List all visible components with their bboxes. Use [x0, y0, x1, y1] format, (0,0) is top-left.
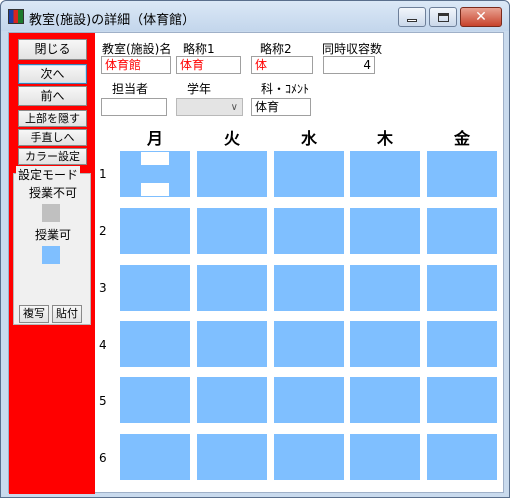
not-available-swatch[interactable] — [42, 204, 60, 222]
side-panel: 閉じる 次へ 前へ 上部を隠す 手直しへ カラー設定 設定モード 授業不可 授業… — [9, 33, 95, 494]
detail-window: 教室(施設)の詳細（体育館） ✕ 閉じる 次へ 前へ 上部を隠す 手直しへ カラ… — [0, 0, 510, 498]
timetable-cell[interactable] — [274, 265, 344, 311]
timetable-cell[interactable] — [350, 377, 420, 423]
close-window-button[interactable]: ✕ — [460, 7, 502, 27]
prev-button[interactable]: 前へ — [18, 86, 87, 106]
timetable-cell[interactable] — [120, 377, 190, 423]
minimize-button[interactable] — [398, 7, 426, 27]
timetable-cell[interactable] — [197, 265, 267, 311]
timetable-cell[interactable] — [120, 151, 190, 197]
timetable-cell[interactable] — [350, 265, 420, 311]
chevron-down-icon: ∨ — [230, 102, 238, 113]
close-icon: ✕ — [475, 9, 487, 25]
timetable-cell[interactable] — [350, 208, 420, 254]
timetable-cell[interactable] — [197, 434, 267, 480]
available-swatch[interactable] — [42, 246, 60, 264]
paste-button[interactable]: 貼付 — [52, 305, 82, 323]
manual-edit-button[interactable]: 手直しへ — [18, 129, 87, 146]
client-area: 閉じる 次へ 前へ 上部を隠す 手直しへ カラー設定 設定モード 授業不可 授業… — [8, 32, 504, 494]
timetable-cell[interactable] — [197, 377, 267, 423]
abbr2-label: 略称2 — [260, 42, 292, 56]
cell-marker-top — [141, 152, 169, 165]
timetable-cell[interactable] — [274, 151, 344, 197]
day-header-tue: 火 — [223, 129, 240, 148]
timetable-cell[interactable] — [120, 321, 190, 367]
setting-mode-group: 設定モード 授業不可 授業可 — [13, 166, 91, 325]
available-label: 授業可 — [34, 228, 71, 242]
period-label-4: 4 — [99, 338, 107, 352]
teacher-field[interactable] — [101, 98, 167, 116]
app-icon — [8, 9, 24, 24]
period-label-1: 1 — [99, 167, 107, 181]
timetable-cell[interactable] — [197, 151, 267, 197]
minimize-icon — [407, 18, 417, 22]
maximize-icon — [437, 12, 449, 22]
name-label: 教室(施設)名 — [102, 42, 172, 56]
timetable-cell[interactable] — [274, 208, 344, 254]
day-header-thu: 木 — [376, 129, 393, 148]
cell-marker-bottom — [141, 183, 169, 196]
abbr1-label: 略称1 — [183, 42, 215, 56]
next-button[interactable]: 次へ — [18, 64, 87, 84]
grade-select[interactable]: ∨ — [176, 98, 243, 116]
not-available-label: 授業不可 — [28, 186, 77, 200]
window-title: 教室(施設)の詳細（体育館） — [29, 13, 196, 28]
timetable-cell[interactable] — [427, 377, 497, 423]
period-label-6: 6 — [99, 451, 107, 465]
timetable-cell[interactable] — [427, 208, 497, 254]
maximize-button[interactable] — [429, 7, 457, 27]
capacity-field[interactable]: 4 — [323, 56, 375, 74]
timetable-cell[interactable] — [274, 321, 344, 367]
timetable-cell[interactable] — [350, 434, 420, 480]
day-header-wed: 水 — [300, 129, 317, 148]
day-header-mon: 月 — [146, 129, 163, 148]
timetable-cell[interactable] — [274, 377, 344, 423]
timetable-cell[interactable] — [350, 321, 420, 367]
close-button[interactable]: 閉じる — [18, 39, 87, 60]
copy-button[interactable]: 複写 — [19, 305, 49, 323]
timetable-cell[interactable] — [350, 151, 420, 197]
name-field[interactable]: 体育館 — [101, 56, 171, 74]
timetable-cell[interactable] — [197, 321, 267, 367]
timetable-cell[interactable] — [120, 434, 190, 480]
teacher-label: 担当者 — [112, 82, 149, 96]
timetable-cell[interactable] — [427, 321, 497, 367]
color-settings-button[interactable]: カラー設定 — [18, 148, 87, 165]
timetable-cell[interactable] — [427, 265, 497, 311]
capacity-label: 同時収容数 — [322, 42, 383, 56]
comment-label: 科・ｺﾒﾝﾄ — [261, 82, 310, 96]
hide-top-button[interactable]: 上部を隠す — [18, 110, 87, 127]
abbr2-field[interactable]: 体 — [251, 56, 313, 74]
timetable-cell[interactable] — [427, 434, 497, 480]
abbr1-field[interactable]: 体育 — [176, 56, 241, 74]
grade-label: 学年 — [187, 82, 212, 96]
day-header-fri: 金 — [453, 129, 470, 148]
timetable-cell[interactable] — [274, 434, 344, 480]
setting-mode-title: 設定モード — [16, 166, 81, 183]
timetable-cell[interactable] — [120, 265, 190, 311]
period-label-3: 3 — [99, 281, 107, 295]
period-label-5: 5 — [99, 394, 107, 408]
timetable-cell[interactable] — [197, 208, 267, 254]
period-label-2: 2 — [99, 224, 107, 238]
title-bar[interactable]: 教室(施設)の詳細（体育館） ✕ — [1, 1, 509, 31]
timetable-cell[interactable] — [120, 208, 190, 254]
timetable-cell[interactable] — [427, 151, 497, 197]
comment-field[interactable]: 体育 — [251, 98, 311, 116]
